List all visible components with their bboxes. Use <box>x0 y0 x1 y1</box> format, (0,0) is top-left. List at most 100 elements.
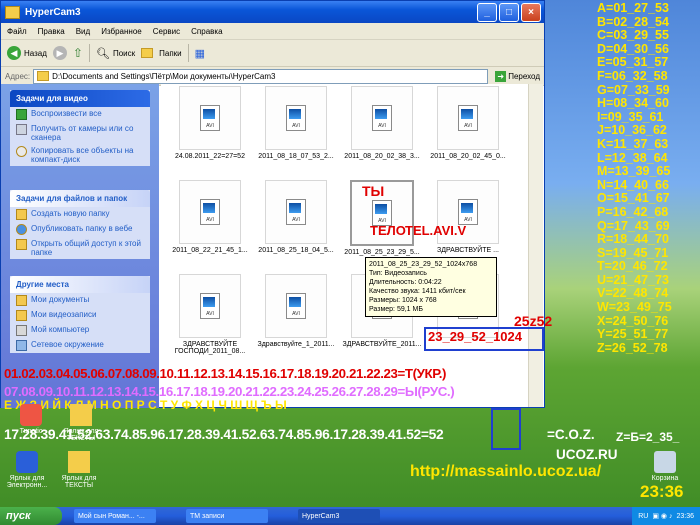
minimize-button[interactable]: _ <box>477 2 497 22</box>
task-label: Создать новую папку <box>31 209 110 218</box>
go-label: Переход <box>508 71 540 81</box>
file-name: 24.08.2011_22=27=52 <box>175 153 245 160</box>
folder-icon <box>16 295 27 306</box>
place-my-documents[interactable]: Мои документы <box>10 293 150 308</box>
task-label: Получить от камеры или со сканера <box>31 124 134 142</box>
alphabet-entry: B=02_28_54 <box>597 14 669 29</box>
place-my-videos[interactable]: Мои видеозаписи <box>10 308 150 323</box>
task-play-all[interactable]: Воспроизвести все <box>10 107 150 122</box>
desktop-icon-texts[interactable]: Ярлык для ТЕКСТЫ <box>50 404 112 442</box>
video-tasks-panel: Задачи для видео Воспроизвести все Получ… <box>10 90 150 166</box>
task-label: HyperCam3 <box>302 512 340 520</box>
title-bar[interactable]: HyperCam3 _ □ × <box>1 1 544 23</box>
clock[interactable]: 23:36 <box>676 513 694 520</box>
alphabet-entry: Z=26_52_78 <box>597 340 668 355</box>
file-name: ЗДРАВСТВУЙТЕ_2011... <box>342 341 422 348</box>
overlay-telo: ТЕЛО <box>370 223 406 238</box>
alphabet-key-list: A=01_27_53 B=02_28_54 C=03_29_55 D=04_30… <box>597 1 700 355</box>
taskbar-item[interactable]: TM записи <box>186 509 268 523</box>
maximize-button[interactable]: □ <box>499 2 519 22</box>
menu-file[interactable]: Файл <box>7 27 27 36</box>
task-publish-web[interactable]: Опубликовать папку в вебе <box>10 222 150 237</box>
alphabet-entry: C=03_29_55 <box>597 28 669 43</box>
other-places-header[interactable]: Другие места <box>10 276 150 293</box>
task-copy-cd[interactable]: Копировать все объекты на компакт-диск <box>10 144 150 166</box>
avi-file-icon <box>200 105 220 131</box>
folder-icon <box>70 404 92 426</box>
menu-view[interactable]: Вид <box>76 27 90 36</box>
alphabet-entry: O=15_41_67 <box>597 191 670 206</box>
file-item[interactable]: ЗДРАВСТВУЙТЕ ГОСПОДИ_2011_08... <box>167 274 253 355</box>
toolbar: ◀ Назад ▶ ⇧ 🔍︎ Поиск Папки ▦ <box>1 40 544 67</box>
alphabet-entry: M=13_39_65 <box>597 164 671 179</box>
forward-button[interactable]: ▶ <box>52 46 67 60</box>
search-icon: 🔍︎ <box>95 47 110 60</box>
highlight-box <box>491 408 521 450</box>
search-button[interactable]: 🔍︎ Поиск <box>96 47 135 60</box>
taskbar-item[interactable]: Мой сын Роман... -... <box>74 509 156 523</box>
globe-icon <box>16 224 27 235</box>
place-my-computer[interactable]: Мой компьютер <box>10 323 150 338</box>
task-share-folder[interactable]: Открыть общий доступ к этой папке <box>10 237 150 259</box>
folders-label: Папки <box>159 48 182 58</box>
file-name: 2011_08_18_07_53_2... <box>258 153 334 160</box>
desktop-icon-label: Ярлык для ТЕКСТЫ <box>61 475 97 489</box>
video-tasks-header[interactable]: Задачи для видео <box>10 90 150 107</box>
go-button[interactable]: ➜ Переход <box>495 70 540 82</box>
camera-icon <box>16 124 27 135</box>
file-item[interactable]: 2011_08_20_02_45_0... <box>425 86 511 160</box>
task-get-camera[interactable]: Получить от камеры или со сканера <box>10 122 150 144</box>
desktop-icon-texts-2[interactable]: Ярлык для ТЕКСТЫ <box>48 451 110 489</box>
overlay-coz: =C.O.Z. <box>547 427 595 442</box>
file-item[interactable]: ЗДРАВСТВУЙТЕ ... <box>425 180 511 254</box>
overlay-tel-avi: TEL.AVI.V <box>405 223 467 238</box>
file-item[interactable]: 2011_08_18_07_53_2... <box>253 86 339 160</box>
desktop-icon-recycle-bin[interactable]: Корзина <box>634 451 696 482</box>
menu-help[interactable]: Справка <box>191 27 222 36</box>
menu-tools[interactable]: Сервис <box>153 27 180 36</box>
back-button[interactable]: ◀ Назад <box>7 46 47 60</box>
tooltip-line: Тип: Видеозапись <box>369 270 427 277</box>
menu-favorites[interactable]: Избранное <box>101 27 142 36</box>
task-new-folder[interactable]: Создать новую папку <box>10 207 150 222</box>
folders-button[interactable]: Папки <box>141 48 182 58</box>
taskbar-item-active[interactable]: HyperCam3 <box>298 509 380 523</box>
up-folder-icon[interactable]: ⇧ <box>73 46 83 60</box>
menu-edit[interactable]: Правка <box>38 27 65 36</box>
network-icon <box>16 340 27 351</box>
alphabet-entry: Q=17_43_69 <box>597 218 670 233</box>
task-label: Опубликовать папку в вебе <box>31 224 133 233</box>
file-tasks-header[interactable]: Задачи для файлов и папок <box>10 190 150 207</box>
alphabet-entry: N=14_40_66 <box>597 177 669 192</box>
file-info-tooltip: 2011_08_25_23_29_52_1024x768 Тип: Видеоз… <box>365 257 497 317</box>
folder-icon <box>37 71 50 81</box>
folder-icon <box>16 310 27 321</box>
overlay-row-ukr: 01.02.03.04.05.06.07.08.09.10.11.12.13.1… <box>4 366 447 381</box>
address-input[interactable]: D:\Documents and Settings\Пётр\Мои докум… <box>33 68 489 84</box>
alphabet-entry: Y=25_51_77 <box>597 327 669 342</box>
start-button[interactable]: пуск <box>0 507 62 525</box>
file-item[interactable]: 2011_08_25_18_04_5... <box>253 180 339 254</box>
file-item[interactable]: 24.08.2011_22=27=52 <box>167 86 253 160</box>
file-item[interactable]: Здравствуйте_1_2011... <box>253 274 339 348</box>
file-item[interactable]: 2011_08_20_02_38_3... <box>339 86 425 160</box>
file-name: 2011_08_25_18_04_5... <box>258 247 334 254</box>
file-name: 2011_08_25_23_29_5... <box>344 249 420 256</box>
taskbar: пуск Мой сын Роман... -... TM записи Hyp… <box>0 507 700 525</box>
avi-file-icon <box>286 199 306 225</box>
language-indicator[interactable]: RU <box>638 513 648 520</box>
alphabet-entry: K=11_37_63 <box>597 136 669 151</box>
file-view: 24.08.2011_22=27=52 2011_08_18_07_53_2..… <box>161 84 531 407</box>
file-tasks-panel: Задачи для файлов и папок Создать новую … <box>10 190 150 259</box>
vertical-scrollbar[interactable] <box>528 84 543 407</box>
task-label: Воспроизвести все <box>31 109 102 118</box>
close-button[interactable]: × <box>521 2 541 22</box>
avi-file-icon <box>286 293 306 319</box>
alphabet-entry: A=01_27_53 <box>597 1 669 15</box>
file-item[interactable]: 2011_08_22_21_45_1... <box>167 180 253 254</box>
place-network[interactable]: Сетевое окружение <box>10 338 150 353</box>
toolbar-divider <box>187 44 189 62</box>
task-label: Мой сын Роман... -... <box>78 512 145 520</box>
views-icon[interactable]: ▦ <box>195 47 205 60</box>
computer-icon <box>16 325 27 336</box>
